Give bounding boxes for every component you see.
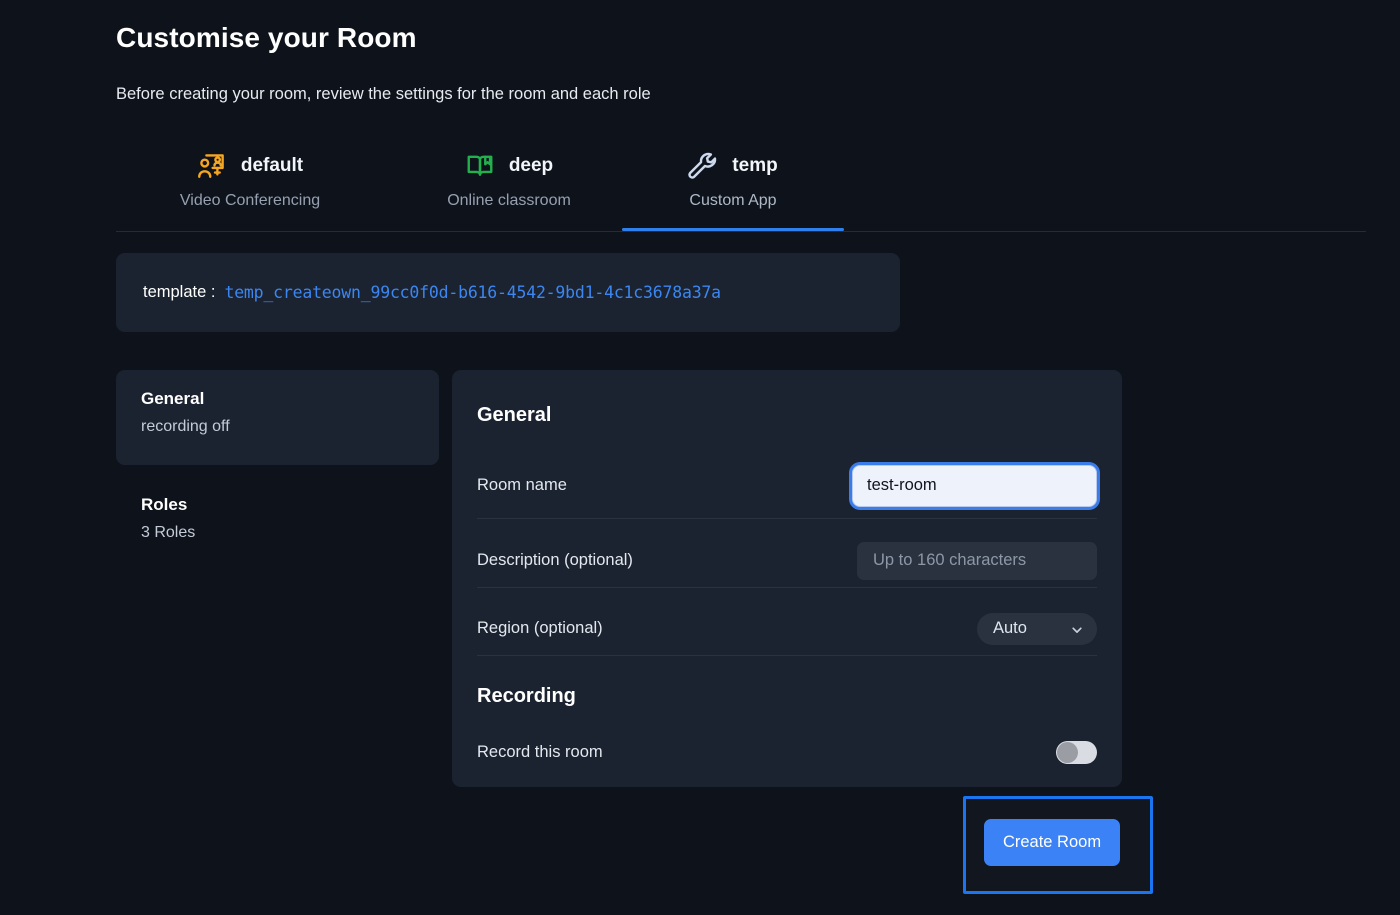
description-row: Description (optional) (477, 527, 1097, 594)
toggle-knob (1057, 742, 1078, 763)
tab-temp-row: temp (688, 142, 777, 190)
description-input[interactable] (857, 542, 1097, 580)
region-select[interactable]: Auto (977, 613, 1097, 645)
tabs-divider (116, 231, 1366, 232)
presenter-board-icon (197, 151, 227, 181)
room-name-input[interactable] (852, 465, 1097, 507)
record-room-label: Record this room (477, 743, 603, 762)
tab-default-subtitle: Video Conferencing (180, 192, 320, 210)
tab-default[interactable]: default Video Conferencing (150, 142, 350, 231)
page-title: Customise your Room (116, 22, 417, 54)
template-id-bar: template : temp_createown_99cc0f0d-b616-… (116, 253, 900, 332)
tab-deep-row: deep (465, 142, 553, 190)
tab-temp[interactable]: temp Custom App (622, 142, 844, 231)
tab-default-row: default (197, 142, 303, 190)
sidebar-roles-subtitle: 3 Roles (141, 524, 441, 542)
template-id-value[interactable]: temp_createown_99cc0f0d-b616-4542-9bd1-4… (224, 283, 720, 302)
open-book-icon (465, 151, 495, 181)
tab-temp-active-underline (622, 228, 844, 231)
description-label: Description (optional) (477, 551, 633, 570)
room-name-label: Room name (477, 476, 567, 495)
tab-temp-name: temp (732, 155, 777, 177)
general-section-heading: General (477, 404, 551, 427)
tab-deep-subtitle: Online classroom (447, 192, 571, 210)
region-row: Region (optional) Auto (477, 595, 1097, 662)
page-subtitle: Before creating your room, review the se… (116, 85, 651, 104)
room-name-row: Room name (477, 452, 1097, 519)
row-divider (477, 518, 1097, 519)
record-room-row: Record this room (477, 732, 1097, 772)
template-label: template : (143, 283, 215, 302)
wrench-icon (688, 151, 718, 181)
row-divider (477, 587, 1097, 588)
recording-section-heading: Recording (477, 685, 576, 708)
record-room-toggle[interactable] (1056, 741, 1097, 764)
region-label: Region (optional) (477, 619, 603, 638)
sidebar-item-roles[interactable]: Roles 3 Roles (141, 495, 441, 542)
sidebar-general-subtitle: recording off (141, 418, 439, 436)
sidebar-roles-title: Roles (141, 495, 441, 515)
tab-default-name: default (241, 155, 303, 177)
tab-temp-subtitle: Custom App (689, 192, 776, 210)
region-selected-value: Auto (993, 619, 1027, 638)
sidebar-general-title: General (141, 389, 439, 409)
tab-deep[interactable]: deep Online classroom (416, 142, 602, 231)
template-tabs: default Video Conferencing deep Online c… (116, 142, 1366, 232)
create-room-button[interactable]: Create Room (984, 819, 1120, 866)
settings-panel: General Room name Description (optional)… (452, 370, 1122, 787)
chevron-down-icon (1071, 623, 1083, 635)
tab-deep-name: deep (509, 155, 553, 177)
sidebar-item-general[interactable]: General recording off (116, 370, 439, 465)
row-divider (477, 655, 1097, 656)
customise-room-page: Customise your Room Before creating your… (0, 0, 1400, 915)
